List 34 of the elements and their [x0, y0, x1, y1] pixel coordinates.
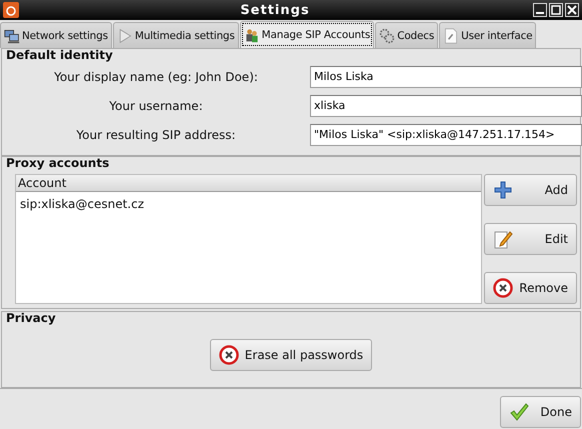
column-header[interactable]: Account [16, 175, 482, 192]
input-field[interactable]: Milos Liska [310, 66, 582, 88]
tab[interactable]: Codecs [375, 22, 438, 48]
group-title: Proxy accounts [5, 156, 110, 170]
close-button[interactable] [565, 3, 579, 17]
gears-icon [379, 28, 396, 44]
checkmark-icon [509, 402, 529, 422]
maximize-button[interactable] [549, 3, 563, 17]
minimize-button[interactable] [533, 3, 547, 17]
computers-icon [4, 28, 20, 44]
field-label: Your resulting SIP address: [75, 128, 237, 142]
field-label: Your display name (eg: John Doe): [53, 70, 259, 84]
table-row[interactable]: sip:xliska@cesnet.cz [16, 192, 482, 216]
button[interactable]: Edit [484, 223, 577, 255]
tab[interactable]: User interface [439, 22, 536, 48]
button[interactable]: Done [500, 396, 581, 428]
notepad-pencil-icon [493, 229, 514, 249]
window-title: Settings [239, 2, 311, 18]
field-label: Your username: [108, 98, 204, 112]
users-icon [244, 27, 260, 43]
remove-icon [493, 278, 514, 298]
button[interactable]: Add [484, 174, 577, 206]
remove-icon [218, 345, 239, 365]
tab[interactable]: Network settings [0, 22, 112, 48]
tab[interactable]: Manage SIP Accounts [240, 21, 374, 48]
group-title: Default identity [5, 48, 114, 62]
app-icon [3, 2, 19, 18]
plus-icon [493, 180, 514, 200]
button[interactable]: Erase all passwords [210, 339, 372, 371]
tab[interactable]: Multimedia settings [112, 22, 239, 48]
group-title: Privacy [5, 311, 57, 325]
input-field[interactable]: "Milos Liska" <sip:xliska@147.251.17.154> [310, 124, 582, 146]
button[interactable]: Remove [484, 272, 577, 304]
input-field[interactable]: xliska [310, 94, 582, 116]
